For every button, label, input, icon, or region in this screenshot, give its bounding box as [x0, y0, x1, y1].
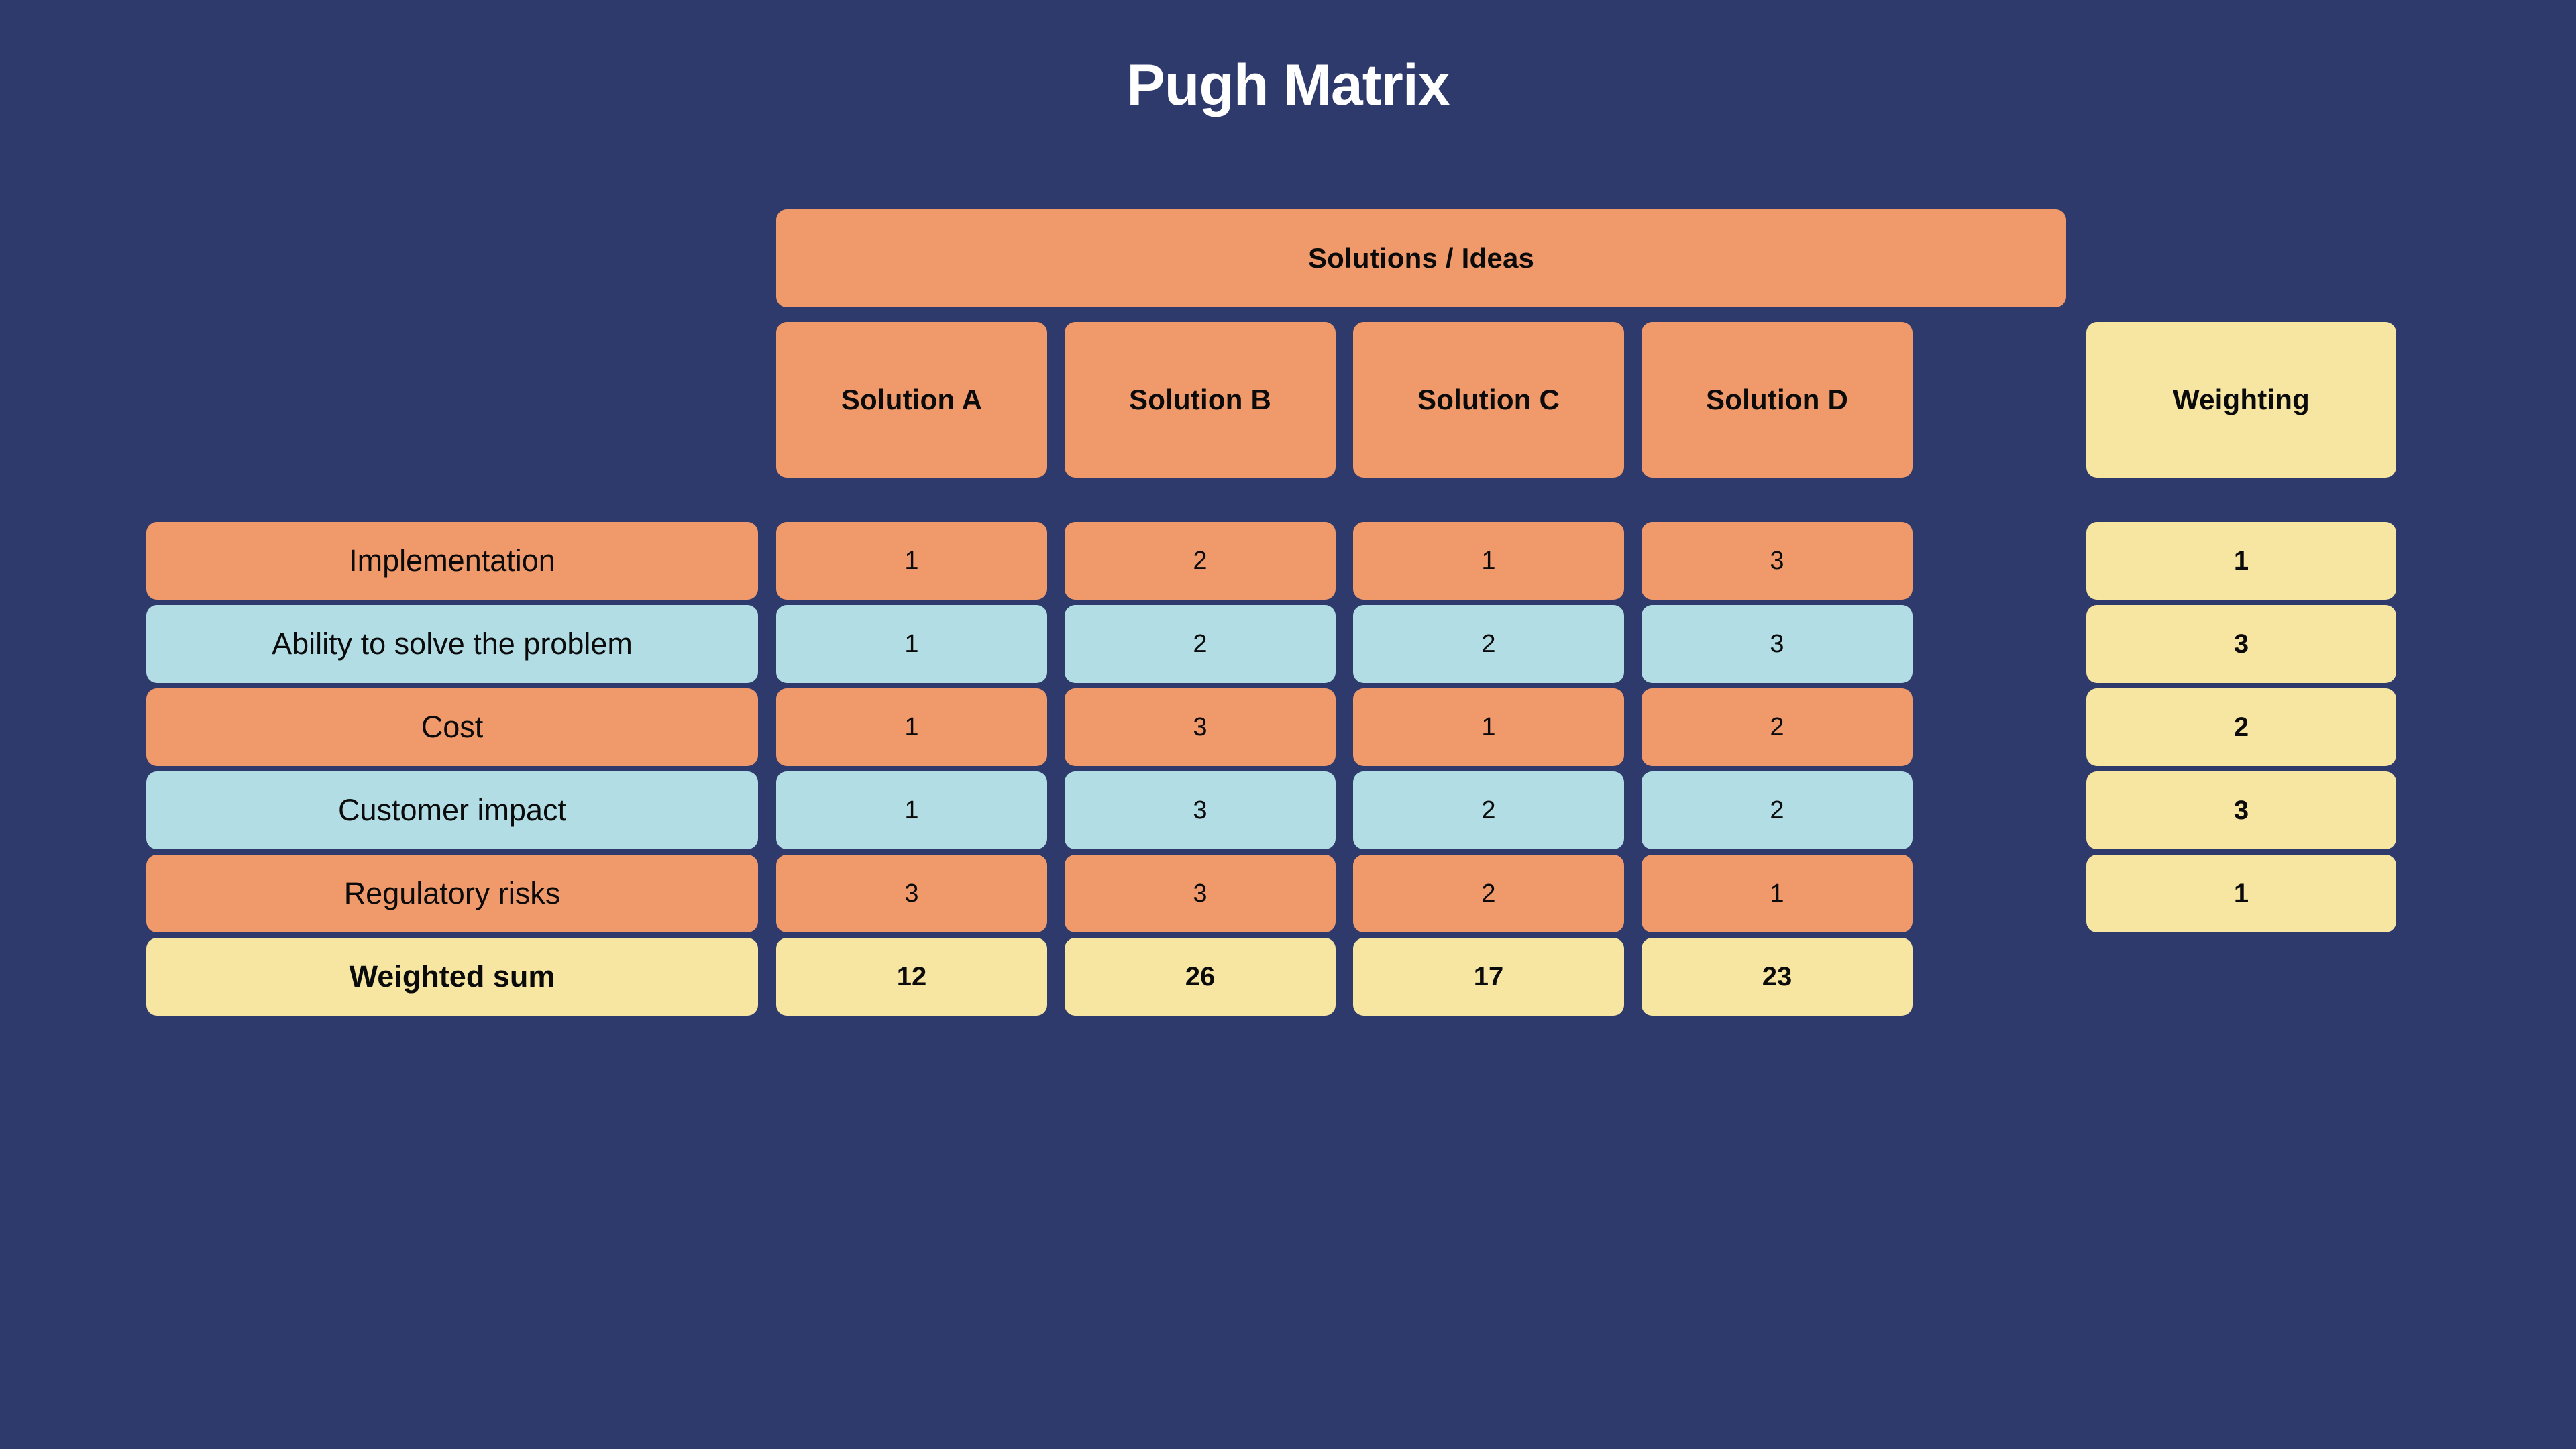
weighting-cell: 3: [2086, 605, 2396, 683]
score-cell: 2: [1065, 605, 1336, 683]
score-cell: 3: [1065, 688, 1336, 766]
weighted-sum-cell: 12: [776, 938, 1047, 1016]
weighting-cell: 1: [2086, 855, 2396, 932]
criteria-label-ability-to-solve-the-problem: Ability to solve the problem: [146, 605, 758, 683]
score-cell: 1: [776, 522, 1047, 600]
weighting-cell: 2: [2086, 688, 2396, 766]
page-title: Pugh Matrix: [1126, 53, 1450, 117]
score-cell: 3: [1642, 522, 1913, 600]
weighting-cell: 1: [2086, 522, 2396, 600]
column-header-solution-a: Solution A: [776, 322, 1047, 478]
column-header-solution-c: Solution C: [1353, 322, 1624, 478]
weighted-sum-cell: 26: [1065, 938, 1336, 1016]
score-cell: 1: [776, 605, 1047, 683]
score-cell: 3: [1642, 605, 1913, 683]
score-cell: 1: [1353, 688, 1624, 766]
score-cell: 2: [1353, 605, 1624, 683]
pugh-matrix-table: Solutions / Ideas Solution A Solution B …: [146, 209, 2396, 1229]
score-cell: 2: [1642, 688, 1913, 766]
score-cell: 2: [1353, 771, 1624, 849]
score-cell: 1: [1353, 522, 1624, 600]
score-cell: 3: [1065, 855, 1336, 932]
score-cell: 2: [1065, 522, 1336, 600]
criteria-label-cost: Cost: [146, 688, 758, 766]
column-header-solution-b: Solution B: [1065, 322, 1336, 478]
criteria-label-implementation: Implementation: [146, 522, 758, 600]
solutions-ideas-banner: Solutions / Ideas: [776, 209, 2066, 307]
column-header-solution-d: Solution D: [1642, 322, 1913, 478]
score-cell: 2: [1642, 771, 1913, 849]
score-cell: 3: [1065, 771, 1336, 849]
weighting-cell: 3: [2086, 771, 2396, 849]
score-cell: 1: [776, 771, 1047, 849]
weighted-sum-cell: 23: [1642, 938, 1913, 1016]
criteria-label-regulatory-risks: Regulatory risks: [146, 855, 758, 932]
column-header-weighting: Weighting: [2086, 322, 2396, 478]
weighted-sum-cell: 17: [1353, 938, 1624, 1016]
score-cell: 1: [1642, 855, 1913, 932]
score-cell: 1: [776, 688, 1047, 766]
criteria-label-customer-impact: Customer impact: [146, 771, 758, 849]
weighted-sum-label: Weighted sum: [146, 938, 758, 1016]
score-cell: 3: [776, 855, 1047, 932]
score-cell: 2: [1353, 855, 1624, 932]
